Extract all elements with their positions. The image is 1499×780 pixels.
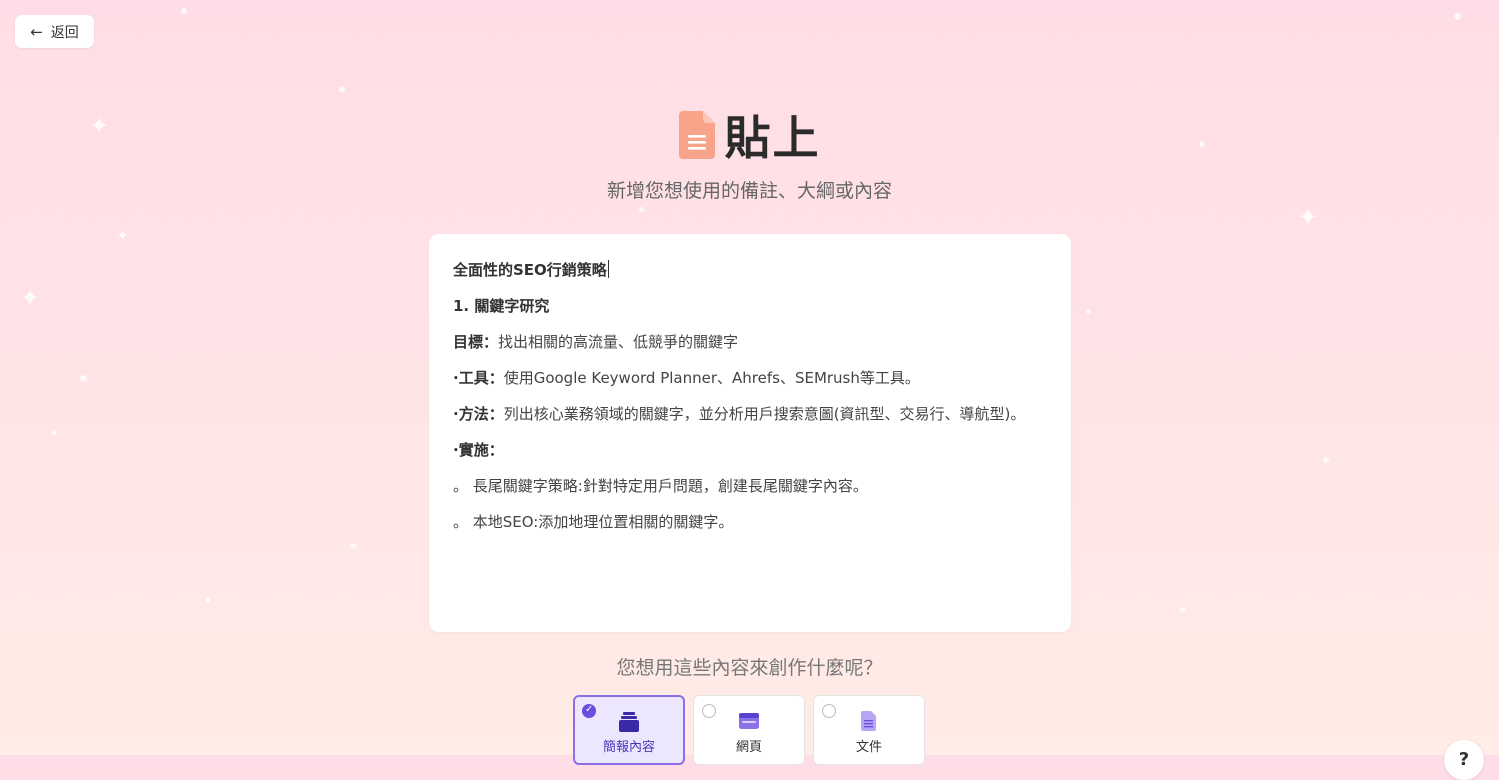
content-editor[interactable]: 全面性的SEO行銷策略 1. 關鍵字研究 目標：找出相關的高流量、低競爭的關鍵字… [429,234,1071,632]
method-label: ·方法： [453,405,504,423]
goal-text: 找出相關的高流量、低競爭的關鍵字 [498,333,739,351]
option-label: 網頁 [735,740,762,755]
document-icon [861,711,876,731]
radio-selected[interactable]: ✓ [582,704,596,718]
page-subtitle: 新增您想使用的備註、大綱或內容 [606,180,892,202]
radio-unselected[interactable] [702,704,716,718]
check-icon: ✓ [585,704,594,715]
section-title: 1. 關鍵字研究 [453,297,550,315]
implement-label: ·實施： [453,441,504,459]
back-button-label: 返回 [50,24,79,41]
option-label: 文件 [855,740,882,755]
text-caret [607,260,609,278]
option-label: 簡報內容 [602,740,655,755]
tools-text: 使用Google Keyword Planner、Ahrefs、SEMrush等… [503,369,920,387]
presentation-icon [619,712,639,732]
page-header: 貼上 新增您想使用的備註、大綱或內容 [0,106,1499,203]
list-item: 。 本地SEO:添加地理位置相關的關鍵字。 [453,513,734,531]
creation-question: 您想用這些內容來創作什麼呢？ [616,657,883,679]
document-icon [678,111,715,159]
help-button[interactable]: ? [1444,740,1484,780]
list-item: 。 長尾關鍵字策略:針對特定用戶問題，創建長尾關鍵字內容。 [453,477,868,495]
page-title: 貼上 [724,111,821,165]
webpage-icon [739,713,759,729]
goal-label: 目標： [453,333,499,351]
method-text: 列出核心業務領域的關鍵字，並分析用戶搜索意圖(資訊型、交易行、導航型)。 [503,405,1026,423]
editor-heading: 全面性的SEO行銷策略 [453,261,607,279]
tools-label: ·工具： [453,369,504,387]
radio-unselected[interactable] [822,704,836,718]
arrow-left-icon: ← [30,22,43,41]
back-button[interactable]: ← 返回 [15,15,94,48]
